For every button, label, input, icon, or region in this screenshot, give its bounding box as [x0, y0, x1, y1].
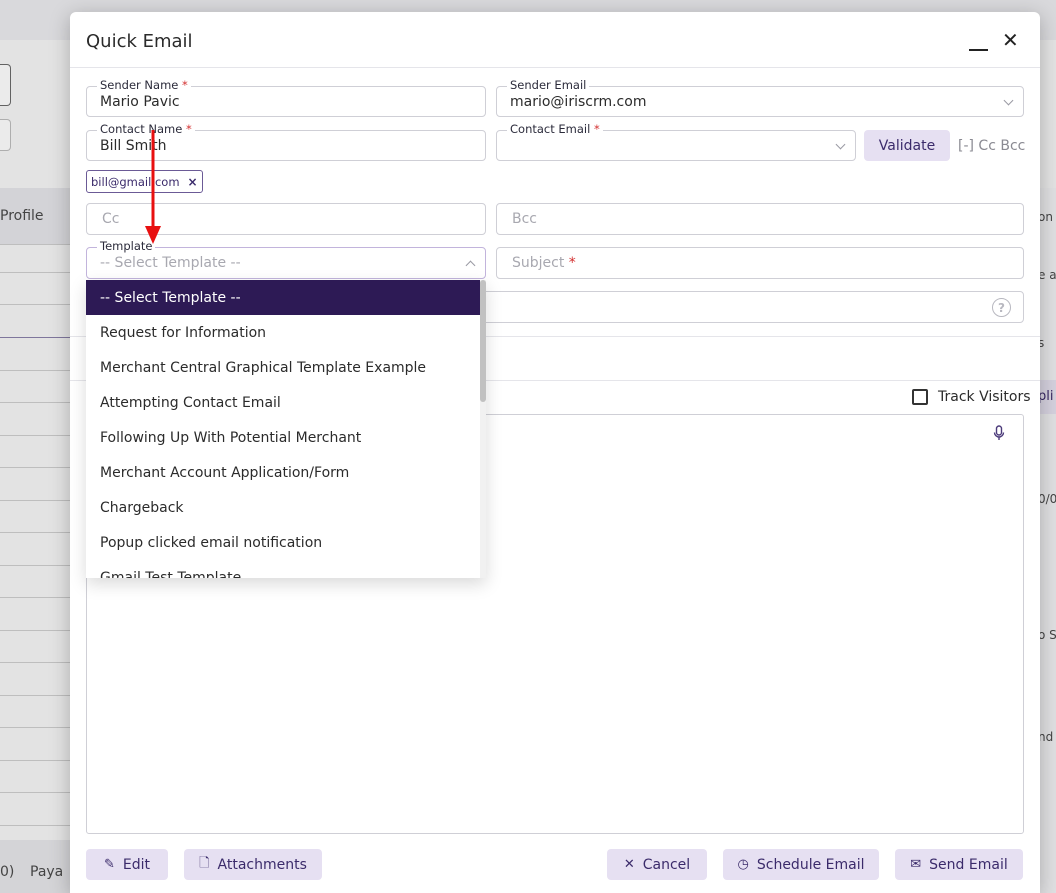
template-option[interactable]: Chargeback [86, 490, 480, 525]
dropdown-scrollbar-thumb[interactable] [480, 280, 486, 402]
schedule-email-button-label: Schedule Email [756, 856, 865, 873]
mail-icon: ✉ [910, 857, 922, 872]
chevron-up-icon [465, 260, 476, 271]
modal-title: Quick Email [86, 31, 193, 52]
annotation-arrow [145, 130, 161, 244]
edit-icon: ✎ [103, 857, 115, 872]
remove-recipient-icon[interactable]: × [188, 175, 198, 189]
track-visitors-label: Track Visitors [938, 389, 1031, 405]
recipient-chip-label: bill@gmail.com [91, 174, 180, 189]
contact-email-label: Contact Email * [507, 122, 603, 136]
validate-button[interactable]: Validate [864, 130, 950, 161]
template-select[interactable]: Template -- Select Template -- [86, 239, 486, 279]
chevron-down-icon [835, 139, 846, 150]
subject-input[interactable]: Subject * [496, 247, 1024, 279]
clock-icon: ◷ [737, 857, 749, 872]
template-placeholder: -- Select Template -- [100, 255, 241, 271]
track-visitors[interactable]: Track Visitors [912, 389, 1031, 405]
template-option[interactable]: -- Select Template -- [86, 280, 480, 315]
bcc-placeholder: Bcc [512, 211, 537, 227]
attachments-button[interactable]: 🗋 Attachments [184, 849, 322, 880]
chevron-down-icon [1003, 95, 1014, 106]
template-option[interactable]: Gmail Test Template [86, 560, 480, 579]
sender-email-value: mario@iriscrm.com [510, 94, 647, 110]
send-email-button[interactable]: ✉ Send Email [895, 849, 1023, 880]
close-icon[interactable]: ✕ [1002, 30, 1019, 50]
sender-email-select[interactable]: Sender Email mario@iriscrm.com [496, 78, 1024, 117]
contact-email-select[interactable]: Contact Email * [496, 122, 856, 161]
modal-header: Quick Email ✕ [70, 12, 1040, 68]
schedule-email-button[interactable]: ◷ Schedule Email [723, 849, 879, 880]
cc-placeholder: Cc [102, 211, 120, 227]
bcc-input[interactable]: Bcc [496, 203, 1024, 235]
attachments-button-label: Attachments [217, 856, 307, 873]
help-icon[interactable]: ? [992, 298, 1011, 317]
template-option[interactable]: Attempting Contact Email [86, 385, 480, 420]
cc-bcc-toggle[interactable]: [-] Cc Bcc [958, 138, 1025, 154]
template-dropdown-list: -- Select Template -- Request for Inform… [86, 280, 486, 578]
edit-button[interactable]: ✎ Edit [86, 849, 168, 880]
minimize-icon[interactable] [969, 49, 988, 51]
template-option[interactable]: Request for Information [86, 315, 480, 350]
file-icon: 🗋 [199, 855, 210, 871]
sender-email-label: Sender Email [507, 78, 590, 92]
close-icon: ✕ [623, 857, 635, 872]
microphone-icon[interactable] [993, 425, 1005, 441]
cancel-button-label: Cancel [642, 856, 691, 873]
template-option[interactable]: Merchant Account Application/Form [86, 455, 480, 490]
send-email-button-label: Send Email [929, 856, 1008, 873]
subject-placeholder: Subject * [512, 255, 576, 271]
sender-name-value: Mario Pavic [100, 94, 180, 110]
sender-name-field[interactable]: Sender Name * Mario Pavic [86, 78, 486, 117]
template-option[interactable]: Merchant Central Graphical Template Exam… [86, 350, 480, 385]
dropdown-scrollbar[interactable] [480, 280, 486, 578]
track-visitors-checkbox[interactable] [912, 389, 928, 405]
template-option[interactable]: Following Up With Potential Merchant [86, 420, 480, 455]
edit-button-label: Edit [122, 856, 151, 873]
cancel-button[interactable]: ✕ Cancel [607, 849, 707, 880]
sender-name-label: Sender Name * [97, 78, 191, 92]
template-option[interactable]: Popup clicked email notification [86, 525, 480, 560]
